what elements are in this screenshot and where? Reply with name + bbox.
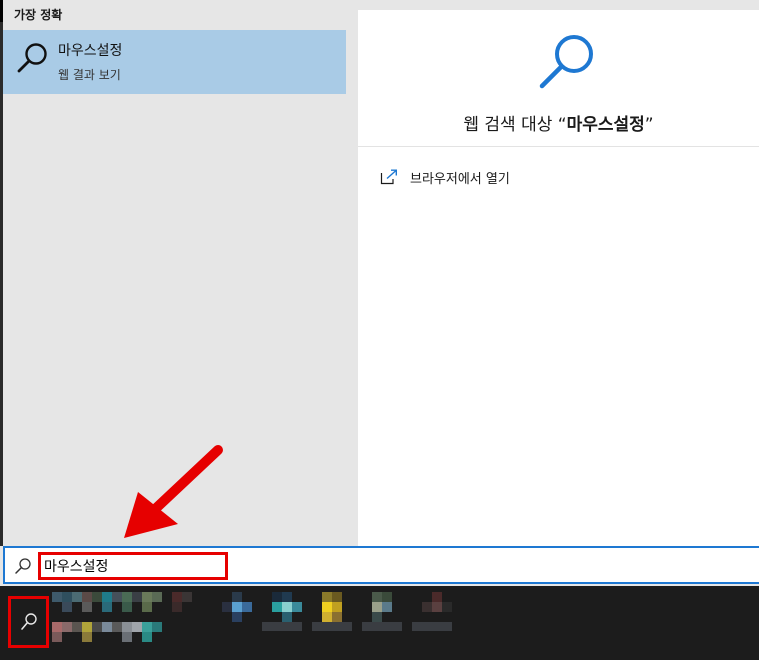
blurred-app-pixel: [282, 602, 292, 612]
search-input[interactable]: [41, 555, 225, 577]
blurred-app-pixel: [102, 602, 112, 612]
blurred-app-pixel: [152, 592, 162, 602]
best-match-item[interactable]: 마우스설정 웹 결과 보기: [3, 30, 346, 94]
blurred-app-pixel: [432, 602, 442, 612]
best-match-title: 마우스설정: [58, 43, 123, 59]
blurred-app-pixel: [282, 592, 292, 602]
search-box: [3, 546, 759, 584]
blurred-app-pixel: [72, 622, 82, 632]
taskbar-app-indicator: [312, 622, 352, 631]
blurred-app-pixel: [442, 602, 452, 612]
blurred-app-pixel: [332, 592, 342, 602]
preview-title: 웹 검색 대상 “마우스설정”: [358, 110, 759, 135]
taskbar-app-indicator: [362, 622, 402, 631]
section-label-best-match: 가장 정확: [14, 8, 63, 22]
blurred-app-pixel: [282, 612, 292, 622]
blurred-app-pixel: [142, 592, 152, 602]
blurred-app-pixel: [172, 592, 182, 602]
blurred-app-pixel: [322, 592, 332, 602]
blurred-app-pixel: [332, 602, 342, 612]
blurred-app-pixel: [182, 592, 192, 602]
blurred-app-pixel: [102, 592, 112, 602]
blurred-app-pixel: [372, 602, 382, 612]
blurred-app-pixel: [142, 602, 152, 612]
open-in-browser-action[interactable]: 브라우저에서 열기: [380, 166, 510, 188]
open-in-browser-label: 브라우저에서 열기: [410, 171, 510, 187]
taskbar: [0, 586, 759, 660]
blurred-app-pixel: [122, 622, 132, 632]
blurred-app-pixel: [122, 602, 132, 612]
taskbar-app-indicator: [412, 622, 452, 631]
blurred-app-pixel: [322, 602, 332, 612]
blurred-app-pixel: [72, 592, 82, 602]
search-icon: [15, 558, 31, 574]
blurred-app-pixel: [62, 602, 72, 612]
search-icon: [17, 43, 47, 73]
taskbar-search-button[interactable]: [8, 596, 49, 648]
blurred-app-pixel: [172, 602, 182, 612]
blurred-app-pixel: [52, 622, 62, 632]
blurred-app-pixel: [82, 632, 92, 642]
blurred-app-pixel: [232, 592, 242, 602]
preview-pane: 웹 검색 대상 “마우스설정” 브라우저에서 열기: [358, 10, 759, 546]
blurred-app-pixel: [132, 622, 142, 632]
blurred-app-pixel: [132, 592, 142, 602]
blurred-app-pixel: [222, 602, 232, 612]
blurred-app-pixel: [152, 622, 162, 632]
blurred-app-pixel: [82, 602, 92, 612]
blurred-app-pixel: [372, 612, 382, 622]
blurred-app-pixel: [422, 602, 432, 612]
window-edge-cap: [0, 0, 3, 22]
blurred-app-pixel: [382, 592, 392, 602]
taskbar-app-indicator: [262, 622, 302, 631]
search-icon: [21, 613, 37, 630]
blurred-app-pixel: [292, 602, 302, 612]
open-in-browser-icon: [380, 169, 397, 185]
blurred-app-pixel: [332, 612, 342, 622]
search-highlight-box: [38, 552, 228, 580]
blurred-app-pixel: [82, 622, 92, 632]
blurred-app-pixel: [92, 622, 102, 632]
blurred-app-pixel: [92, 592, 102, 602]
blurred-app-pixel: [142, 632, 152, 642]
blurred-app-pixel: [52, 632, 62, 642]
blurred-app-pixel: [62, 622, 72, 632]
results-pane: 가장 정확 마우스설정 웹 결과 보기: [0, 0, 350, 546]
blurred-app-pixel: [382, 602, 392, 612]
blurred-app-pixel: [232, 612, 242, 622]
blurred-app-pixel: [122, 592, 132, 602]
preview-title-prefix: 웹 검색 대상 “: [463, 115, 567, 135]
preview-divider: [358, 146, 759, 147]
preview-title-suffix: ”: [644, 115, 654, 135]
preview-title-query: 마우스설정: [566, 115, 645, 135]
blurred-app-pixel: [102, 622, 112, 632]
blurred-app-pixel: [122, 632, 132, 642]
blurred-app-pixel: [52, 592, 62, 602]
blurred-app-pixel: [62, 592, 72, 602]
blurred-app-pixel: [242, 602, 252, 612]
best-match-subtitle: 웹 결과 보기: [58, 68, 121, 82]
blurred-app-pixel: [112, 592, 122, 602]
blurred-app-pixel: [232, 602, 242, 612]
blurred-app-pixel: [142, 622, 152, 632]
blurred-app-pixel: [272, 602, 282, 612]
blurred-app-pixel: [322, 612, 332, 622]
blurred-app-pixel: [272, 592, 282, 602]
blurred-app-pixel: [432, 592, 442, 602]
blurred-app-pixel: [372, 592, 382, 602]
blurred-app-pixel: [82, 592, 92, 602]
search-icon: [539, 35, 593, 89]
blurred-app-pixel: [112, 622, 122, 632]
